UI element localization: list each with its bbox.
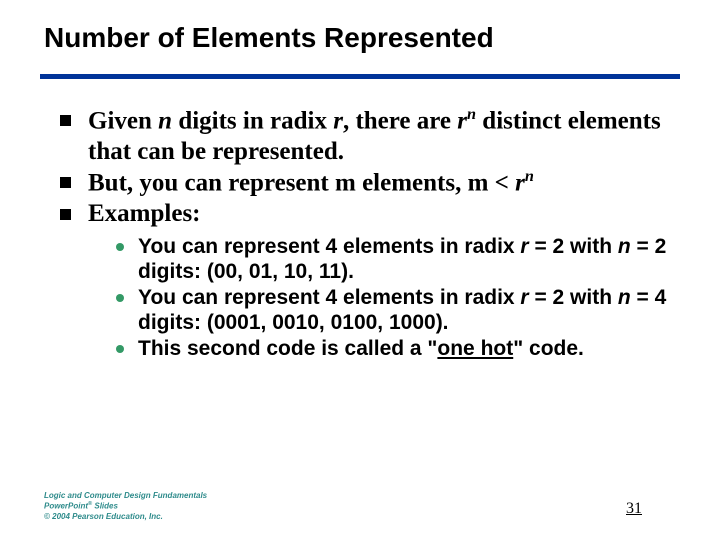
text: , there are bbox=[343, 107, 457, 134]
text: You can represent 4 elements in radix bbox=[138, 235, 520, 258]
slide-body: Given n digits in radix r, there are rn … bbox=[60, 105, 670, 362]
var-r: r bbox=[520, 235, 528, 258]
var-r: r bbox=[515, 170, 525, 197]
credit-line-2: PowerPoint® Slides bbox=[44, 501, 207, 512]
text: Slides bbox=[92, 502, 118, 511]
text: Examples: bbox=[88, 200, 201, 227]
title-rule bbox=[40, 74, 680, 79]
text: This second code is called a " bbox=[138, 337, 437, 360]
bullet-list: Given n digits in radix r, there are rn … bbox=[60, 105, 670, 362]
footer-credit: Logic and Computer Design Fundamentals P… bbox=[44, 491, 207, 522]
var-n: n bbox=[618, 235, 631, 258]
credit-line-1: Logic and Computer Design Fundamentals bbox=[44, 491, 207, 501]
sub-bullet-1: You can represent 4 elements in radix r … bbox=[116, 234, 670, 285]
text: = 2 with bbox=[529, 286, 618, 309]
sub-list: You can represent 4 elements in radix r … bbox=[88, 234, 670, 362]
page-number: 31 bbox=[626, 500, 642, 518]
text: digits in radix bbox=[172, 107, 333, 134]
var-r: r bbox=[333, 107, 343, 134]
credit-line-3: © 2004 Pearson Education, Inc. bbox=[44, 512, 207, 522]
var-n: n bbox=[158, 107, 172, 134]
text: " code. bbox=[513, 337, 584, 360]
bullet-3: Examples: You can represent 4 elements i… bbox=[60, 199, 670, 362]
text: But, you can represent m elements, m < bbox=[88, 170, 515, 197]
sub-bullet-2: You can represent 4 elements in radix r … bbox=[116, 285, 670, 336]
var-r: r bbox=[520, 286, 528, 309]
text: = 2 with bbox=[529, 235, 618, 258]
one-hot-term: one hot bbox=[437, 337, 513, 360]
bullet-2: But, you can represent m elements, m < r… bbox=[60, 167, 670, 199]
text: PowerPoint bbox=[44, 502, 88, 511]
bullet-1: Given n digits in radix r, there are rn … bbox=[60, 105, 670, 167]
var-r: r bbox=[457, 107, 467, 134]
exponent-n: n bbox=[525, 167, 534, 185]
var-n: n bbox=[618, 286, 631, 309]
text: Given bbox=[88, 107, 158, 134]
text: You can represent 4 elements in radix bbox=[138, 286, 520, 309]
slide: Number of Elements Represented Given n d… bbox=[0, 0, 720, 540]
sub-bullet-3: This second code is called a "one hot" c… bbox=[116, 336, 670, 362]
slide-title: Number of Elements Represented bbox=[44, 22, 494, 54]
exponent-n: n bbox=[467, 105, 476, 123]
